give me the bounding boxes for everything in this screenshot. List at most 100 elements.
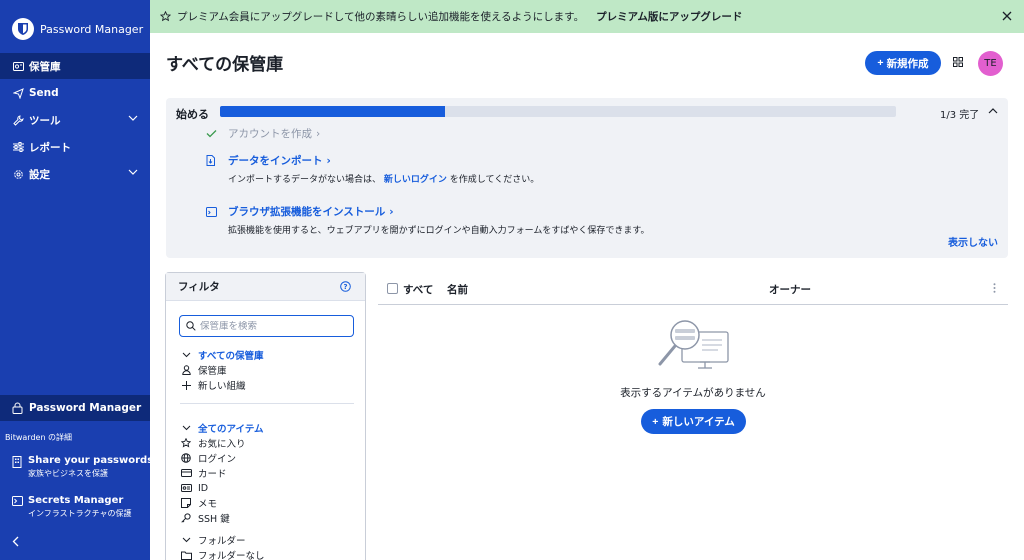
promo-share-passwords[interactable]: Share your passwords 家族やビジネスを保護 [12,455,153,479]
lock-icon [12,402,24,414]
nav-tools[interactable]: ツール [0,107,150,133]
more-options-icon[interactable] [993,283,996,293]
filter-item-label: フォルダーなし [198,551,265,560]
wrench-icon [12,114,24,126]
col-owner[interactable]: オーナー [769,282,811,297]
chevron-left-icon [12,536,19,547]
svg-text:?: ? [343,283,347,291]
gear-icon [12,168,24,180]
help-icon[interactable]: ? [340,281,351,292]
sliders-icon [12,141,24,153]
product-switcher-password-manager[interactable]: Password Manager [0,395,150,421]
step-description: インポートするデータがない場合は、 新しいログイン を作成してください。 [228,172,539,185]
filter-folders-heading[interactable]: フォルダー [180,533,246,547]
search-input[interactable] [200,320,340,332]
filter-all-items[interactable]: 全てのアイテム [180,421,264,435]
collapse-getting-started-button[interactable] [988,108,998,114]
nav-settings[interactable]: 設定 [0,161,150,187]
progress-fill [220,106,446,117]
hide-getting-started-button[interactable]: 表示しない [948,234,998,249]
plus-icon [180,380,192,390]
step-description: 拡張機能を使用すると、ウェブアプリを開かずにログインや自動入力フォームをすばやく… [228,226,650,236]
chevron-down-icon [180,352,192,358]
filter-identities[interactable]: ID [180,481,208,495]
chevron-down-icon [128,115,138,121]
collapse-sidebar-button[interactable] [12,536,19,547]
new-item-button[interactable]: + 新しいアイテム [641,409,746,434]
chevron-right-icon: › [326,154,331,167]
promo-title: Secrets Manager [28,495,124,506]
chevron-right-icon: › [316,127,321,140]
step-link[interactable]: アカウントを作成 [228,126,312,141]
filter-all-vaults[interactable]: すべての保管庫 [180,348,263,362]
plus-icon: + [877,57,884,69]
building-icon [12,456,24,479]
desc-text: インポートするデータがない場合は、 [228,175,382,185]
col-all[interactable]: すべて [403,282,433,297]
send-icon [12,87,24,99]
page-title: すべての保管庫 [166,55,284,75]
filter-cards[interactable]: カード [180,466,227,480]
step-link[interactable]: ブラウザ拡張機能をインストール [228,204,385,219]
filter-ssh-keys[interactable]: SSH 鍵 [180,511,230,525]
step-import-data: データをインポート › [206,153,331,168]
filter-item-label: メモ [198,499,218,510]
filter-item-label: SSH 鍵 [198,514,230,525]
col-name[interactable]: 名前 [447,282,468,297]
file-import-icon [206,155,220,166]
filter-title: フィルタ [178,281,220,293]
desc-text: を作成してください。 [449,175,540,185]
filter-heading-label: すべての保管庫 [198,351,264,362]
nav-send[interactable]: Send [0,80,150,106]
upgrade-link[interactable]: プレミアム版にアップグレード [596,9,742,24]
nav-send-label: Send [29,87,59,99]
getting-started-title: 始める [176,108,209,121]
key-icon [180,513,192,523]
id-card-icon [180,484,192,492]
chevron-right-icon: › [389,205,394,218]
promo-title: Share your passwords [28,455,154,466]
filter-secure-notes[interactable]: メモ [180,496,217,510]
credit-card-icon [180,469,192,477]
filter-new-organization[interactable]: 新しい組織 [180,378,246,392]
search-icon [186,321,196,331]
app-name: Password Manager [40,22,144,36]
step-create-account: アカウントを作成 › [206,126,320,141]
new-login-link[interactable]: 新しいログイン [384,175,447,185]
star-icon [160,11,171,22]
note-icon [180,498,192,508]
folder-icon [180,551,192,560]
filter-my-vault[interactable]: 保管庫 [180,363,227,377]
user-icon [180,365,192,375]
select-all-checkbox[interactable] [387,283,398,294]
nav-reports[interactable]: レポート [0,134,150,160]
promo-secrets-manager[interactable]: Secrets Manager インフラストラクチャの保護 [12,495,132,519]
filter-heading-label: 全てのアイテム [198,424,264,435]
filter-item-label: 保管庫 [198,366,227,377]
filter-logins[interactable]: ログイン [180,451,236,465]
close-icon [1002,11,1012,21]
nav-tools-label: ツール [29,114,61,127]
product-switcher-grid-icon[interactable] [953,57,963,67]
onboarding-progress-bar [220,106,896,117]
progress-count: 1/3 完了 [940,110,980,121]
app-logo[interactable]: Password Manager [12,18,143,40]
globe-icon [180,453,192,463]
filter-item-label: ID [198,482,209,494]
filter-item-label: お気に入り [198,439,246,450]
step-link[interactable]: データをインポート [228,153,323,168]
about-bitwarden-label: Bitwarden の詳細 [5,433,73,442]
close-banner-button[interactable] [1002,11,1012,21]
nav-vault[interactable]: 保管庫 [0,53,150,79]
vault-icon [12,60,24,72]
new-button-label: 新規作成 [886,57,929,70]
avatar[interactable]: TE [978,51,1003,76]
promo-subtitle: インフラストラクチャの保護 [28,509,132,518]
vault-table-header: すべて 名前 オーナー [378,272,1008,305]
new-button[interactable]: + 新規作成 [865,51,941,75]
chevron-down-icon [180,425,192,431]
filter-item-label: 新しい組織 [198,381,246,392]
nav-reports-label: レポート [29,141,71,154]
filter-favorites[interactable]: お気に入り [180,436,246,450]
filter-no-folder[interactable]: フォルダーなし [180,548,265,560]
